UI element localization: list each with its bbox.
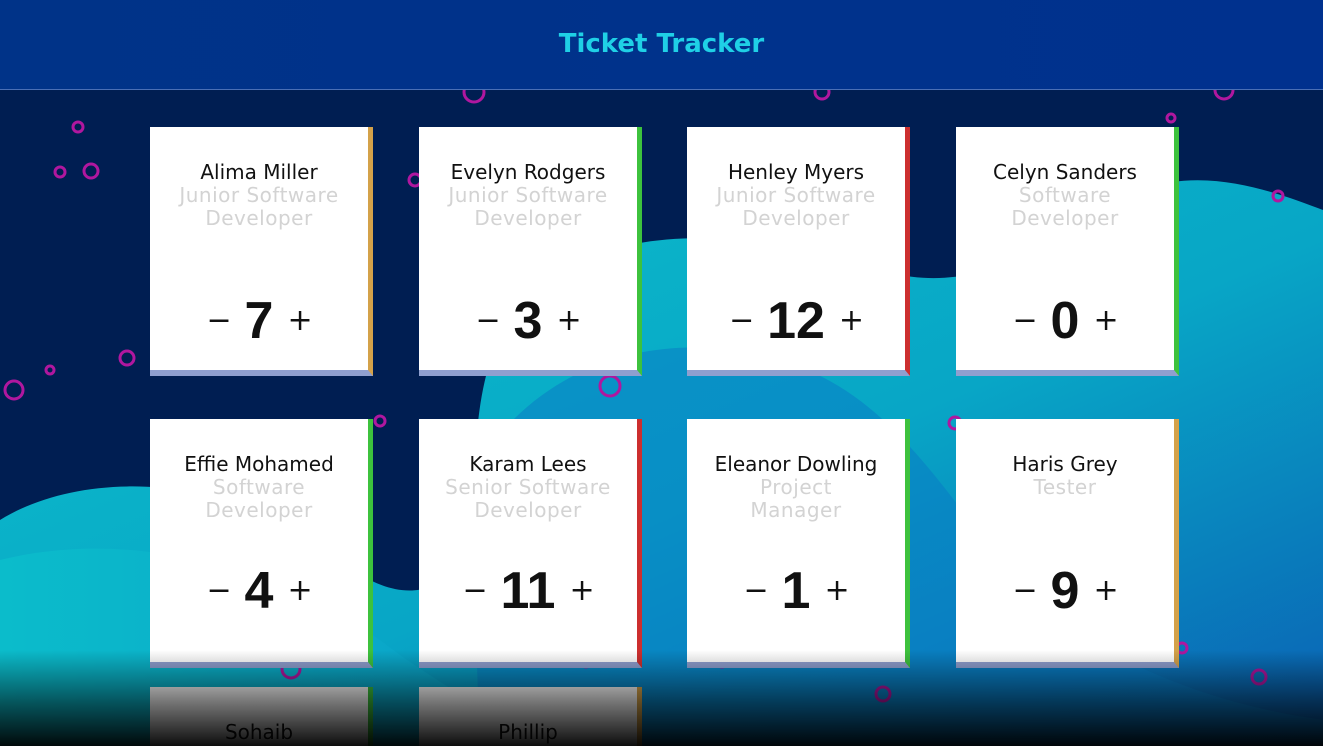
member-name: Henley Myers (727, 160, 865, 184)
ticket-count: 0 (1050, 292, 1080, 350)
decrement-button[interactable]: − (729, 306, 754, 336)
increment-button[interactable]: + (1093, 576, 1118, 606)
card-text: Eleanor Dowling Project Manager (687, 453, 905, 522)
decrement-button[interactable]: − (1013, 576, 1038, 606)
team-member-card: Eleanor Dowling Project Manager − 1 + (687, 419, 910, 668)
increment-button[interactable]: + (569, 576, 594, 606)
decrement-button[interactable]: − (463, 576, 488, 606)
card-text: Phillip (419, 721, 637, 744)
member-role: Software Developer (1011, 183, 1119, 230)
ticket-count: 9 (1050, 562, 1080, 620)
ticket-counter: − 12 + (687, 291, 905, 351)
member-name: Karam Lees (469, 452, 587, 476)
team-member-card: Phillip (419, 687, 642, 746)
team-member-card: Evelyn Rodgers Junior Software Developer… (419, 127, 642, 376)
card-text: Karam Lees Senior Software Developer (419, 453, 637, 522)
card-text: Alima Miller Junior Software Developer (150, 161, 368, 230)
member-role: Junior Software Developer (448, 183, 608, 230)
ticket-count: 4 (244, 562, 274, 620)
ticket-count: 7 (244, 292, 274, 350)
card-text: Effie Mohamed Software Developer (150, 453, 368, 522)
member-name: Evelyn Rodgers (450, 160, 606, 184)
team-member-card: Haris Grey Tester − 9 + (956, 419, 1179, 668)
member-role: Senior Software Developer (445, 475, 611, 522)
member-name: Haris Grey (1012, 452, 1118, 476)
team-member-card: Sohaib (150, 687, 373, 746)
member-name: Celyn Sanders (993, 160, 1137, 184)
card-text: Henley Myers Junior Software Developer (687, 161, 905, 230)
ticket-counter: − 4 + (150, 561, 368, 621)
team-member-card: Henley Myers Junior Software Developer −… (687, 127, 910, 376)
card-text: Evelyn Rodgers Junior Software Developer (419, 161, 637, 230)
team-member-card: Alima Miller Junior Software Developer −… (150, 127, 373, 376)
ticket-counter: − 1 + (687, 561, 905, 621)
member-role: Tester (1033, 475, 1097, 499)
member-name: Alima Miller (200, 160, 318, 184)
ticket-counter: − 7 + (150, 291, 368, 351)
ticket-count: 12 (767, 292, 825, 350)
app-title: Ticket Tracker (558, 28, 765, 59)
ticket-count: 3 (513, 292, 543, 350)
card-text: Haris Grey Tester (956, 453, 1174, 499)
member-name: Effie Mohamed (184, 452, 334, 476)
card-text: Sohaib (150, 721, 368, 744)
team-member-card: Celyn Sanders Software Developer − 0 + (956, 127, 1179, 376)
increment-button[interactable]: + (839, 306, 864, 336)
card-text: Celyn Sanders Software Developer (956, 161, 1174, 230)
increment-button[interactable]: + (1093, 306, 1118, 336)
member-role: Junior Software Developer (179, 183, 339, 230)
decrement-button[interactable]: − (1013, 306, 1038, 336)
increment-button[interactable]: + (287, 306, 312, 336)
ticket-count: 1 (781, 562, 811, 620)
ticket-count: 11 (500, 562, 556, 620)
app-header: Ticket Tracker (0, 0, 1323, 90)
decrement-button[interactable]: − (744, 576, 769, 606)
ticket-counter: − 9 + (956, 561, 1174, 621)
decrement-button[interactable]: − (476, 306, 501, 336)
team-member-card: Karam Lees Senior Software Developer − 1… (419, 419, 642, 668)
member-name: Eleanor Dowling (714, 452, 878, 476)
ticket-counter: − 3 + (419, 291, 637, 351)
member-name: Phillip (498, 720, 558, 744)
team-grid: Alima Miller Junior Software Developer −… (0, 0, 1323, 746)
decrement-button[interactable]: − (207, 576, 232, 606)
decrement-button[interactable]: − (207, 306, 232, 336)
ticket-counter: − 11 + (419, 561, 637, 621)
increment-button[interactable]: + (824, 576, 849, 606)
member-role: Junior Software Developer (716, 183, 876, 230)
member-role: Software Developer (205, 475, 313, 522)
increment-button[interactable]: + (287, 576, 312, 606)
member-role: Project Manager (750, 475, 842, 522)
increment-button[interactable]: + (556, 306, 581, 336)
ticket-counter: − 0 + (956, 291, 1174, 351)
member-name: Sohaib (224, 720, 294, 744)
team-member-card: Effie Mohamed Software Developer − 4 + (150, 419, 373, 668)
